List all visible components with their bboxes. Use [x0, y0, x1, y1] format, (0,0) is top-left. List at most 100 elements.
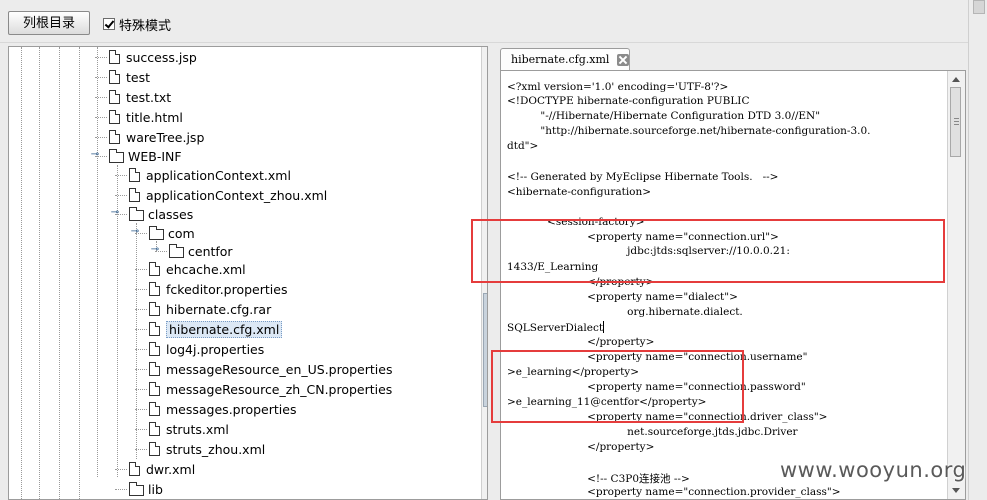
- tree-item-label: struts.xml: [166, 421, 229, 437]
- expand-toggle-icon[interactable]: ⊸: [90, 149, 100, 160]
- grip-line: [954, 124, 959, 125]
- code-line: org.hibernate.dialect.: [507, 306, 743, 318]
- file-icon: [109, 110, 120, 124]
- code-line: "http://hibernate.sourceforge.net/hibern…: [507, 125, 871, 137]
- tree-connector: [95, 97, 107, 98]
- tree-item-label: messages.properties: [166, 401, 297, 417]
- tab-hibernate-cfg-xml[interactable]: hibernate.cfg.xml: [500, 48, 630, 70]
- expand-toggle-icon[interactable]: ⊸: [150, 244, 160, 255]
- file-icon: [149, 302, 160, 316]
- tree-item[interactable]: struts.xml: [149, 419, 229, 439]
- tree-item-label: hibernate.cfg.xml: [166, 320, 283, 338]
- code-line: <!-- C3P0连接池 -->: [507, 473, 690, 485]
- tree-connector: [135, 449, 147, 450]
- window-scrollbar[interactable]: [968, 0, 987, 500]
- file-icon: [149, 342, 160, 356]
- file-icon: [149, 282, 160, 296]
- tree-item[interactable]: wareTree.jsp: [109, 127, 204, 147]
- tree-scrollbar-thumb[interactable]: [483, 293, 487, 407]
- tree-item[interactable]: success.jsp: [109, 47, 197, 67]
- tree-item[interactable]: applicationContext.xml: [129, 165, 291, 185]
- tree-item[interactable]: messageResource_zh_CN.properties: [149, 379, 392, 399]
- file-icon: [149, 262, 160, 276]
- tree-connector: [95, 57, 107, 58]
- tree-guide-line: [21, 47, 22, 499]
- tree-item[interactable]: test: [109, 67, 150, 87]
- code-line: <property name="dialect">: [507, 291, 738, 303]
- tree-item-label: messageResource_zh_CN.properties: [166, 381, 393, 397]
- tree-item[interactable]: centfor: [169, 241, 233, 261]
- tree-item-label: hibernate.cfg.rar: [166, 301, 272, 317]
- tab-label: hibernate.cfg.xml: [511, 53, 610, 66]
- tree-item[interactable]: ehcache.xml: [149, 259, 246, 279]
- file-icon: [129, 188, 140, 202]
- tree-item[interactable]: com: [149, 223, 195, 243]
- file-icon: [129, 462, 140, 476]
- file-icon: [149, 422, 160, 436]
- tree-item[interactable]: dwr.xml: [129, 459, 195, 479]
- tree-item[interactable]: lib: [129, 479, 163, 499]
- tree-item[interactable]: log4j.properties: [149, 339, 264, 359]
- tree-item-label: WEB-INF: [128, 148, 182, 164]
- watermark: www.wooyun.org: [780, 458, 967, 482]
- tree-item[interactable]: messageResource_en_US.properties: [149, 359, 392, 379]
- code-line: </property>: [507, 336, 655, 348]
- file-icon: [149, 442, 160, 456]
- tree-item-label: test: [126, 69, 151, 85]
- window-scrollbar-thumb[interactable]: [973, 0, 985, 14]
- editor-scrollbar[interactable]: [947, 71, 965, 499]
- close-icon[interactable]: [617, 53, 629, 66]
- tree-item[interactable]: struts_zhou.xml: [149, 439, 265, 459]
- tree-item[interactable]: WEB-INF: [109, 146, 182, 166]
- tree-item-label: success.jsp: [126, 49, 197, 65]
- tree-connector: [115, 195, 127, 196]
- code-editor[interactable]: <?xml version='1.0' encoding='UTF-8'?> <!…: [500, 70, 966, 500]
- grip-line: [954, 121, 959, 122]
- tree-connector: [115, 469, 127, 470]
- list-root-directory-button[interactable]: 列根目录: [8, 11, 90, 35]
- tree-item[interactable]: title.html: [109, 107, 183, 127]
- tree-item[interactable]: test.txt: [109, 87, 171, 107]
- special-mode-toggle[interactable]: 特殊模式: [103, 16, 171, 34]
- tree-guide-line: [39, 47, 40, 499]
- expand-toggle-icon[interactable]: ⊸: [110, 207, 120, 218]
- scroll-down-icon[interactable]: [952, 488, 960, 493]
- tree-connector: [135, 409, 147, 410]
- toolbar: 列根目录 特殊模式: [0, 0, 968, 43]
- tree-item-label: log4j.properties: [166, 341, 265, 357]
- tree-item[interactable]: applicationContext_zhou.xml: [129, 185, 327, 205]
- tree-guide-line: [59, 47, 60, 499]
- editor-scrollbar-thumb[interactable]: [950, 87, 961, 157]
- code-line: <hibernate-configuration>: [507, 186, 652, 198]
- tree-guide-line: [136, 223, 137, 459]
- tree-item-label: fckeditor.properties: [166, 281, 288, 297]
- folder-icon: [129, 206, 144, 221]
- file-icon: [109, 70, 120, 84]
- file-icon: [149, 322, 160, 336]
- tree-item-label: test.txt: [126, 89, 172, 105]
- folder-icon: [109, 148, 124, 163]
- code-line: "-//Hibernate/Hibernate Configuration DT…: [507, 110, 821, 122]
- folder-icon: [129, 481, 144, 496]
- file-icon: [109, 130, 120, 144]
- tree-item-label: dwr.xml: [146, 461, 196, 477]
- scroll-up-icon[interactable]: [952, 77, 960, 82]
- file-icon: [149, 382, 160, 396]
- tree-item[interactable]: hibernate.cfg.xml: [149, 319, 283, 339]
- tree-item[interactable]: classes: [129, 204, 193, 224]
- tree-guide-line: [97, 47, 98, 477]
- tree-item[interactable]: hibernate.cfg.rar: [149, 299, 271, 319]
- text-cursor: [603, 321, 605, 333]
- tree-connector: [135, 369, 147, 370]
- code-line: <!-- Generated by MyEclipse Hibernate To…: [507, 171, 779, 183]
- tree-item[interactable]: fckeditor.properties: [149, 279, 287, 299]
- tree-connector: [135, 389, 147, 390]
- special-mode-checkbox[interactable]: [103, 18, 115, 30]
- file-icon: [109, 90, 120, 104]
- tree-item-label: lib: [148, 481, 163, 497]
- tree-item[interactable]: messages.properties: [149, 399, 296, 419]
- expand-toggle-icon[interactable]: ⊸: [130, 226, 140, 237]
- tree-connector: [135, 329, 147, 330]
- tree-connector: [135, 289, 147, 290]
- code-line: net.sourceforge.jtds.jdbc.Driver: [507, 426, 798, 438]
